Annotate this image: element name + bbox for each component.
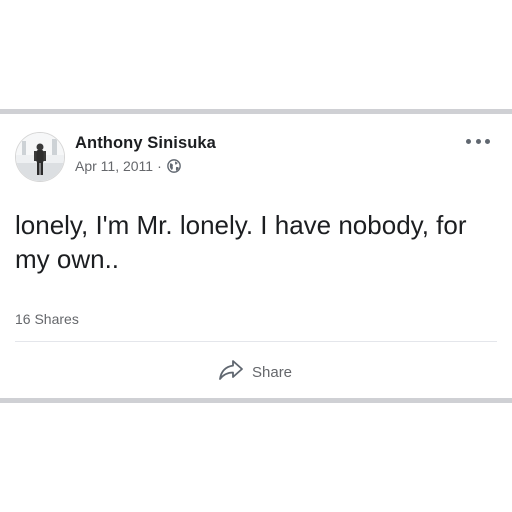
avatar[interactable] <box>15 132 65 182</box>
shares-count[interactable]: 16 Shares <box>15 311 79 327</box>
more-dot <box>475 138 481 144</box>
avatar-image <box>16 133 64 181</box>
share-arrow-icon <box>218 358 244 387</box>
post-date[interactable]: Apr 11, 2011 <box>75 158 153 174</box>
more-options-icon[interactable] <box>466 134 490 148</box>
author-name[interactable]: Anthony Sinisuka <box>75 134 216 153</box>
more-dot <box>466 138 471 144</box>
page: Anthony Sinisuka Apr 11, 2011 · lonely, … <box>0 0 512 512</box>
post-card: Anthony Sinisuka Apr 11, 2011 · lonely, … <box>0 109 512 403</box>
share-button[interactable]: Share <box>218 357 292 387</box>
meta-separator: · <box>157 158 162 174</box>
globe-icon[interactable] <box>166 159 181 173</box>
share-label: Share <box>252 363 293 381</box>
post-meta: Apr 11, 2011 · <box>75 158 181 174</box>
more-dot <box>485 138 490 144</box>
divider <box>15 341 497 342</box>
post-text: lonely, I'm Mr. lonely. I have nobody, f… <box>15 210 467 274</box>
